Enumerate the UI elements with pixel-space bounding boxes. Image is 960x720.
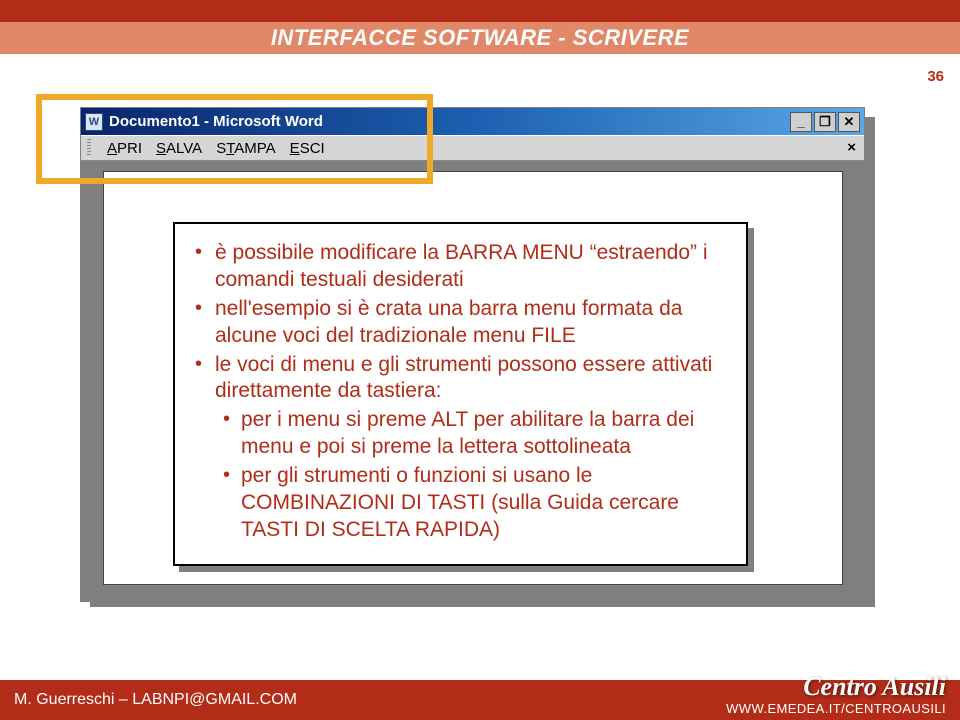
callout-item-3a: per i menu si preme ALT per abilitare la… (191, 407, 730, 461)
callout-box: è possibile modificare la BARRA MENU “es… (173, 222, 748, 566)
slide-title: INTERFACCE SOFTWARE - SCRIVERE (0, 22, 960, 54)
callout: è possibile modificare la BARRA MENU “es… (173, 222, 748, 566)
close-button[interactable]: ✕ (838, 112, 860, 132)
footer-url: WWW.EMEDEA.IT/CENTROAUSILI (726, 701, 946, 716)
document-close-button[interactable]: × (847, 139, 856, 156)
page-number: 36 (927, 68, 944, 85)
callout-item-2: nell'esempio si è crata una barra menu f… (191, 296, 730, 350)
callout-item-3b: per gli strumenti o funzioni si usano le… (191, 463, 730, 544)
highlight-rectangle (36, 94, 433, 184)
footer-bar: M. Guerreschi – LABNPI@GMAIL.COM Centro … (0, 680, 960, 720)
top-red-bar (0, 0, 960, 22)
restore-button[interactable]: ❐ (814, 112, 836, 132)
callout-item-3: le voci di menu e gli strumenti possono … (191, 352, 730, 406)
footer-logo: Centro Ausili (803, 674, 946, 700)
callout-item-1: è possibile modificare la BARRA MENU “es… (191, 240, 730, 294)
minimize-button[interactable]: _ (790, 112, 812, 132)
